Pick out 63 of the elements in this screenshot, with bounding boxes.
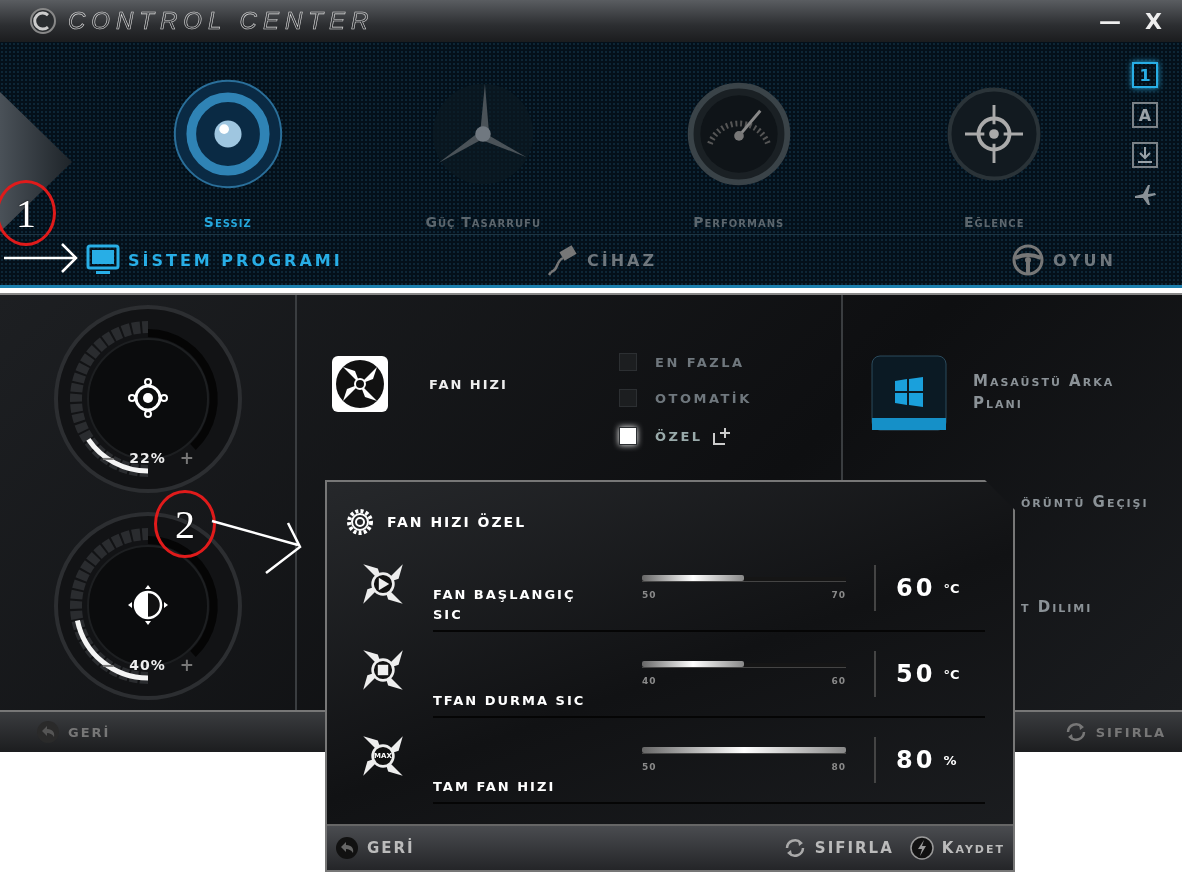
setting-value: 60 [896, 574, 936, 602]
power-mode-button[interactable]: Güç Tasarrufu [355, 75, 611, 231]
window-title: CONTROL CENTER [68, 7, 376, 35]
settings-item-label[interactable]: Masaüstü Arka Planı [973, 370, 1163, 415]
close-button[interactable]: X [1139, 8, 1168, 34]
reset-button[interactable]: SIFIRLA [1063, 720, 1166, 744]
annotation-marker: 2 [154, 490, 216, 558]
dialog-title: FAN HIZI ÖZEL [387, 514, 527, 530]
slider-min-label: 40 [642, 675, 657, 686]
unit-label: °C [943, 580, 960, 596]
increase-button[interactable]: + [179, 655, 194, 676]
steering-wheel-icon [1011, 244, 1045, 276]
settings-item-label[interactable]: t Dilimi [1021, 596, 1093, 619]
slider-max-label: 70 [831, 589, 846, 600]
minimize-button[interactable]: — [1093, 8, 1128, 34]
add-icon[interactable] [710, 425, 733, 447]
power-mode-button[interactable]: Eğlence [866, 75, 1122, 231]
back-button[interactable]: GERİ [335, 836, 415, 860]
settings-icon [345, 507, 375, 537]
dial-reading: 40% [129, 657, 166, 674]
speaker-icon [125, 375, 170, 420]
slider-track[interactable] [642, 576, 846, 582]
slider-track[interactable] [642, 662, 846, 668]
fan-setting-label: TAM FAN HIZI [433, 777, 557, 796]
monitor-icon [86, 244, 120, 276]
slider-min-label: 50 [642, 761, 657, 772]
slider-fill[interactable] [642, 660, 744, 667]
fan-speed-label: FAN HIZI [429, 377, 509, 392]
slider-max-label: 60 [831, 675, 846, 686]
section-tab[interactable]: SİSTEM PROGRAMI [80, 243, 428, 277]
lightning-icon [909, 836, 934, 860]
section-tab[interactable]: OYUN [774, 243, 1122, 277]
settings-item-label[interactable]: örüntü Geçişi [1021, 491, 1149, 514]
fan-mode-option[interactable]: OTOMATİK [619, 389, 752, 407]
increase-button[interactable]: + [179, 447, 194, 468]
fan-setting-label: FAN BAŞLANGIÇ SIC [433, 586, 577, 624]
app-logo-icon [30, 8, 56, 34]
setting-value: 50 [896, 660, 936, 688]
decrease-button[interactable]: − [101, 447, 116, 468]
power-mode-button[interactable]: Performans [611, 75, 867, 231]
save-button[interactable]: Kaydet [909, 836, 1005, 860]
unit-label: % [943, 752, 957, 768]
download-icon[interactable] [1132, 142, 1158, 168]
section-tab[interactable]: CİHAZ [427, 243, 775, 277]
annotation-marker: 1 [0, 180, 56, 246]
slider-max-label: 80 [831, 761, 846, 772]
decrease-button[interactable]: − [101, 655, 116, 676]
setting-value: 80 [896, 746, 936, 774]
reset-button[interactable]: SIFIRLA [782, 836, 894, 860]
airplane-icon[interactable] [1132, 182, 1158, 208]
profile-button[interactable]: A [1132, 102, 1158, 128]
profile-button[interactable]: 1 [1132, 62, 1158, 88]
fan-icon [331, 355, 389, 413]
back-button[interactable]: GERİ [36, 720, 111, 744]
slider-fill[interactable] [642, 574, 744, 581]
windows-tile-icon[interactable] [871, 354, 947, 431]
fan-mode-option[interactable]: ÖZEL [619, 427, 703, 445]
fan-setting-label: TFAN DURMA SIC [433, 691, 587, 710]
dial-reading: 22% [129, 449, 166, 466]
unit-label: °C [943, 666, 960, 682]
fan-mode-option[interactable]: EN FAZLA [619, 353, 745, 371]
power-mode-button[interactable]: Sessiz [100, 75, 356, 231]
slider-min-label: 50 [642, 589, 657, 600]
